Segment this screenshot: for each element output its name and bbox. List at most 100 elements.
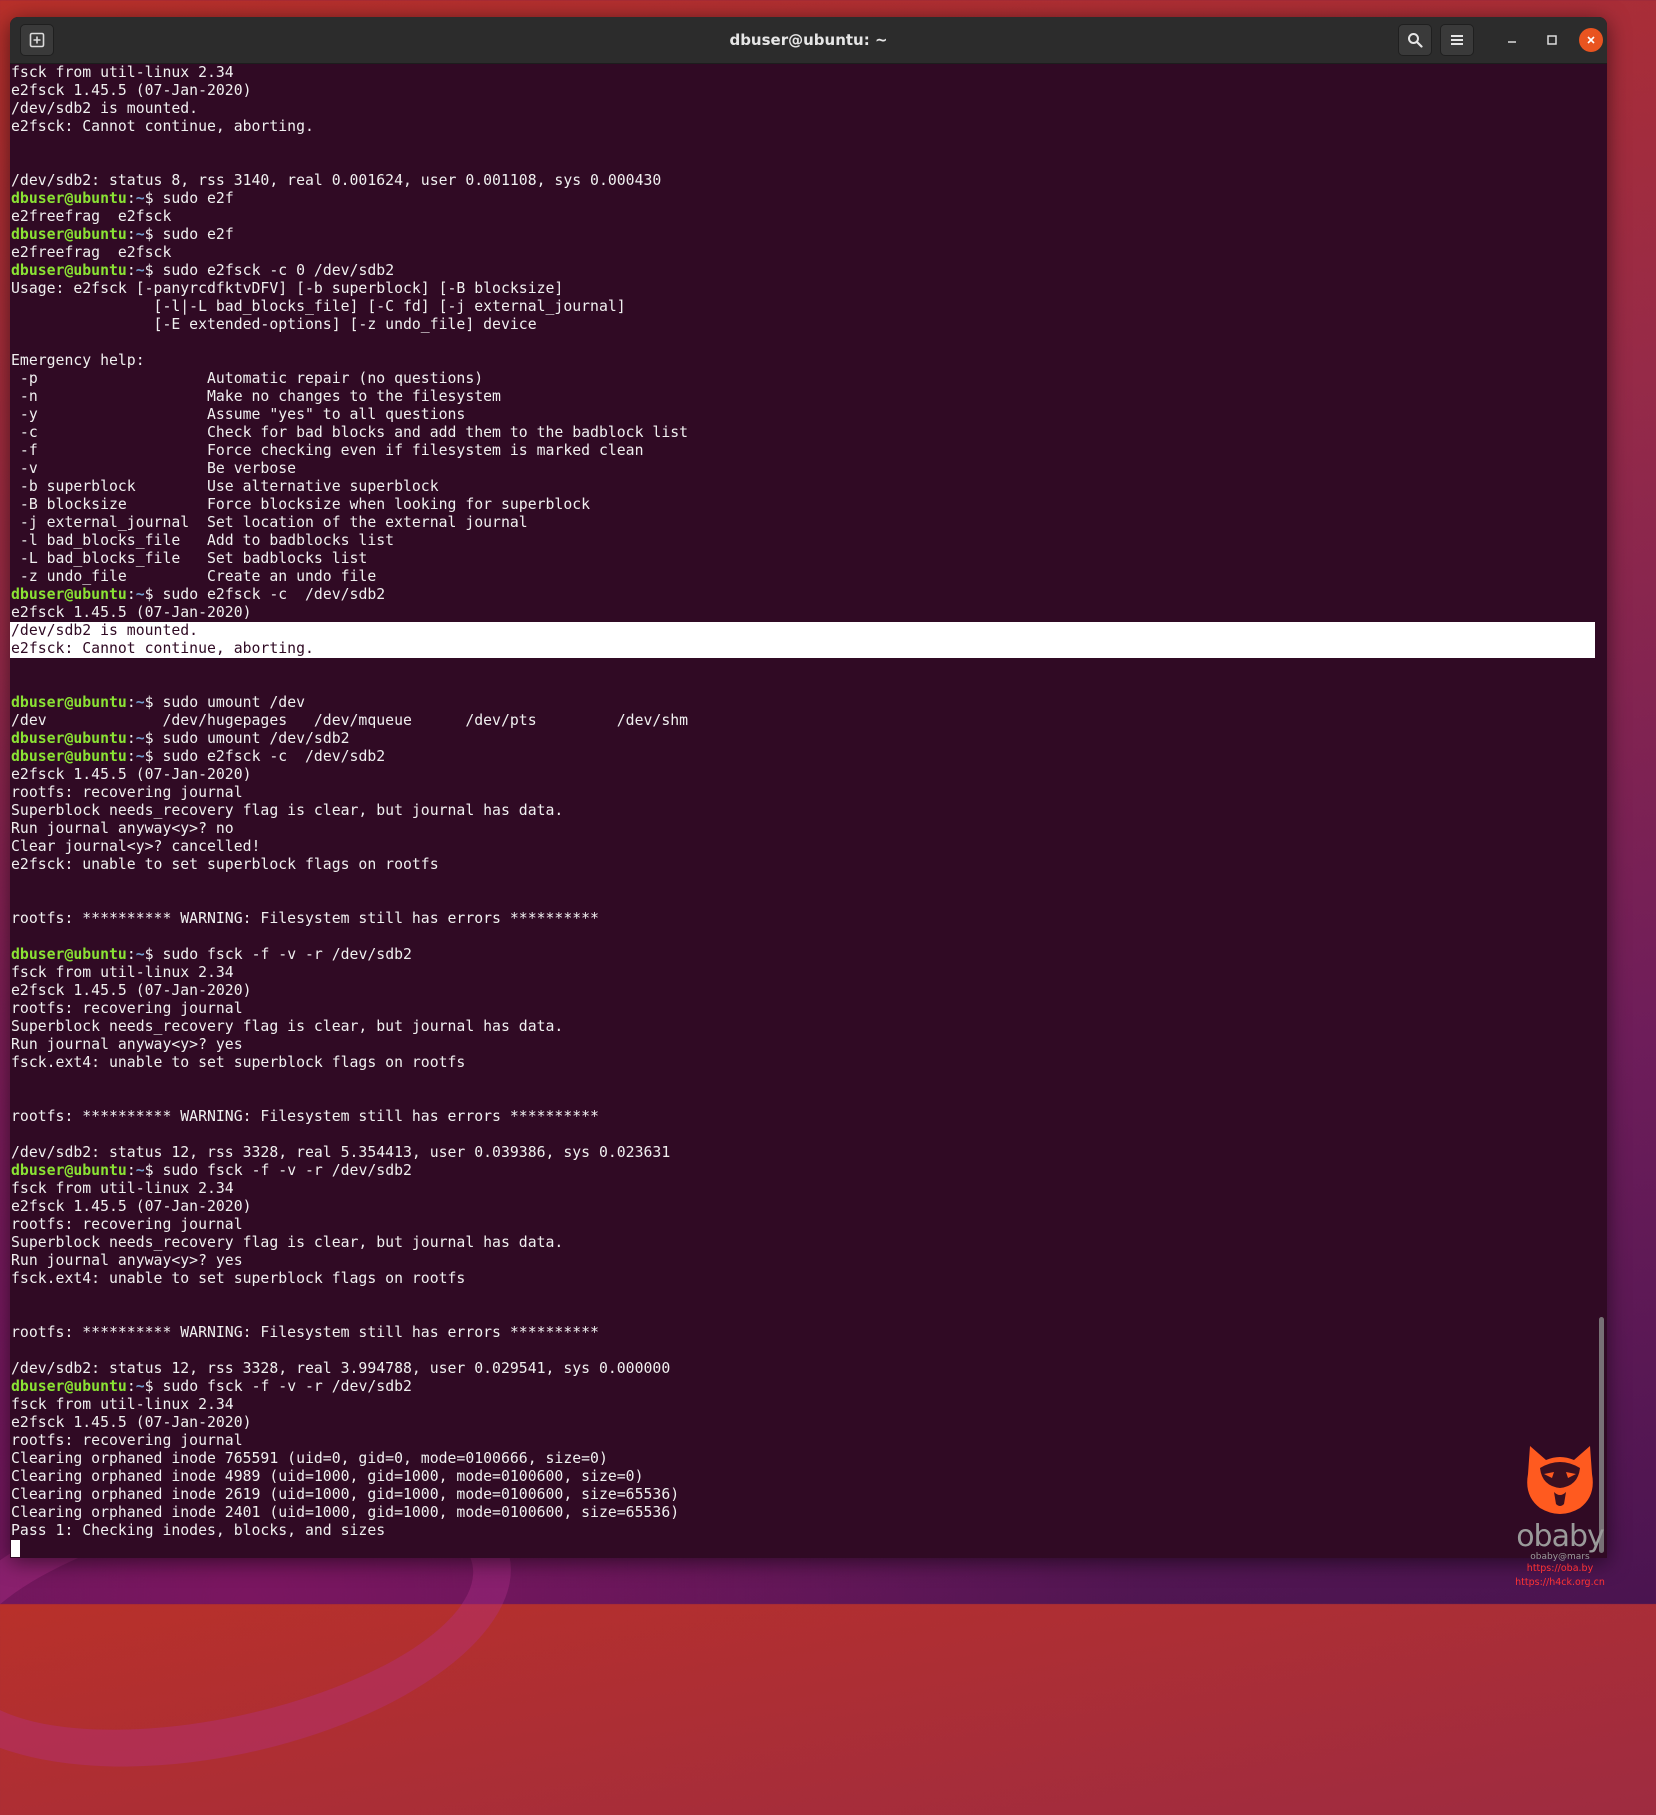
menu-button[interactable] bbox=[1440, 24, 1474, 56]
output-line: rootfs: recovering journal bbox=[11, 1216, 243, 1233]
output-line: e2fsck: Cannot continue, aborting. bbox=[11, 118, 314, 135]
prompt-symbol: $ bbox=[144, 946, 163, 963]
output-line: -y Assume "yes" to all questions bbox=[11, 406, 466, 423]
command-text: sudo e2fsck -c /dev/sdb2 bbox=[162, 748, 386, 765]
output-line: -L bad_blocks_file Set badblocks list bbox=[11, 550, 368, 567]
output-line: e2fsck 1.45.5 (07-Jan-2020) bbox=[11, 1414, 252, 1431]
command-text: sudo e2fsck -c 0 /dev/sdb2 bbox=[162, 262, 395, 279]
output-line: e2fsck: unable to set superblock flags o… bbox=[11, 856, 439, 873]
minimize-button[interactable] bbox=[1497, 24, 1527, 56]
fox-mascot-logo bbox=[1527, 1446, 1593, 1514]
output-line: rootfs: recovering journal bbox=[11, 1000, 243, 1017]
prompt-symbol: $ bbox=[144, 730, 163, 747]
prompt-user: dbuser@ubuntu bbox=[11, 586, 127, 603]
command-text: sudo fsck -f -v -r /dev/sdb2 bbox=[162, 946, 412, 963]
output-line: e2fsck 1.45.5 (07-Jan-2020) bbox=[11, 604, 252, 621]
command-text: sudo e2fsck -c /dev/sdb2 bbox=[162, 586, 386, 603]
output-line: fsck from util-linux 2.34 bbox=[11, 1396, 234, 1413]
command-text: sudo umount /dev/sdb2 bbox=[162, 730, 350, 747]
close-button[interactable] bbox=[1579, 28, 1603, 52]
prompt-line: dbuser@ubuntu:~$ sudo umount /dev/sdb2 bbox=[10, 730, 1595, 748]
output-line: /dev/sdb2: status 12, rss 3328, real 5.3… bbox=[11, 1144, 671, 1161]
output-line: fsck from util-linux 2.34 bbox=[11, 1180, 234, 1197]
output-line: e2fsck 1.45.5 (07-Jan-2020) bbox=[11, 982, 252, 999]
minimize-icon bbox=[1508, 41, 1516, 43]
search-button[interactable] bbox=[1398, 24, 1432, 56]
maximize-button[interactable] bbox=[1537, 24, 1567, 56]
output-line: e2freefrag e2fsck bbox=[11, 244, 172, 261]
output-line: -n Make no changes to the filesystem bbox=[11, 388, 501, 405]
hamburger-menu-icon bbox=[1451, 35, 1463, 45]
output-line: -f Force checking even if filesystem is … bbox=[11, 442, 644, 459]
command-text: sudo e2f bbox=[162, 190, 234, 207]
prompt-user: dbuser@ubuntu bbox=[11, 262, 127, 279]
prompt-user: dbuser@ubuntu bbox=[11, 946, 127, 963]
command-text: sudo fsck -f -v -r /dev/sdb2 bbox=[162, 1162, 412, 1179]
prompt-separator: : bbox=[126, 748, 136, 765]
output-line: [-E extended-options] [-z undo_file] dev… bbox=[11, 316, 537, 333]
prompt-symbol: $ bbox=[144, 1378, 163, 1395]
close-icon bbox=[1587, 36, 1595, 44]
prompt-path: ~ bbox=[135, 1378, 145, 1395]
prompt-user: dbuser@ubuntu bbox=[11, 730, 127, 747]
output-line: fsck from util-linux 2.34 bbox=[11, 64, 234, 81]
prompt-separator: : bbox=[126, 946, 136, 963]
output-line: e2fsck 1.45.5 (07-Jan-2020) bbox=[11, 82, 252, 99]
selected-output-line: e2fsck: Cannot continue, aborting. bbox=[10, 640, 1595, 658]
output-line: rootfs: ********** WARNING: Filesystem s… bbox=[11, 1108, 599, 1125]
prompt-separator: : bbox=[126, 226, 136, 243]
output-line: Run journal anyway<y>? yes bbox=[11, 1252, 243, 1269]
output-line: rootfs: recovering journal bbox=[11, 784, 243, 801]
search-icon bbox=[1408, 33, 1423, 48]
prompt-user: dbuser@ubuntu bbox=[11, 1162, 127, 1179]
output-line: [-l|-L bad_blocks_file] [-C fd] [-j exte… bbox=[11, 298, 626, 315]
output-line: rootfs: ********** WARNING: Filesystem s… bbox=[11, 910, 599, 927]
output-line: -j external_journal Set location of the … bbox=[11, 514, 528, 531]
prompt-symbol: $ bbox=[144, 190, 163, 207]
output-line: Clearing orphaned inode 2401 (uid=1000, … bbox=[11, 1504, 680, 1521]
prompt-separator: : bbox=[126, 694, 136, 711]
output-line: fsck.ext4: unable to set superblock flag… bbox=[11, 1270, 466, 1287]
output-line: rootfs: ********** WARNING: Filesystem s… bbox=[11, 1324, 599, 1341]
output-line: -v Be verbose bbox=[11, 460, 297, 477]
output-line: Clearing orphaned inode 4989 (uid=1000, … bbox=[11, 1468, 644, 1485]
title-bar[interactable]: dbuser@ubuntu: ~ bbox=[10, 17, 1607, 64]
output-line: Superblock needs_recovery flag is clear,… bbox=[11, 1234, 564, 1251]
prompt-separator: : bbox=[126, 262, 136, 279]
new-tab-button[interactable] bbox=[20, 24, 54, 56]
watermark-link-2: https://h4ck.org.cn bbox=[1515, 1577, 1605, 1588]
prompt-user: dbuser@ubuntu bbox=[11, 226, 127, 243]
output-line: Pass 1: Checking inodes, blocks, and siz… bbox=[11, 1522, 386, 1539]
terminal-output[interactable]: fsck from util-linux 2.34 e2fsck 1.45.5 (… bbox=[10, 64, 1595, 1558]
prompt-line: dbuser@ubuntu:~$ sudo e2fsck -c /dev/sdb… bbox=[10, 748, 1595, 766]
watermark: obaby obaby@mars https://oba.by https://… bbox=[1505, 1438, 1615, 1598]
prompt-line: dbuser@ubuntu:~$ sudo e2f bbox=[10, 226, 1595, 244]
prompt-path: ~ bbox=[135, 190, 145, 207]
prompt-symbol: $ bbox=[144, 262, 163, 279]
prompt-symbol: $ bbox=[144, 226, 163, 243]
prompt-path: ~ bbox=[135, 1162, 145, 1179]
output-line: -z undo_file Create an undo file bbox=[11, 568, 377, 585]
prompt-separator: : bbox=[126, 586, 136, 603]
output-line: Run journal anyway<y>? no bbox=[11, 820, 234, 837]
output-line: -l bad_blocks_file Add to badblocks list bbox=[11, 532, 395, 549]
output-line: /dev/sdb2: status 12, rss 3328, real 3.9… bbox=[11, 1360, 671, 1377]
prompt-separator: : bbox=[126, 190, 136, 207]
prompt-line: dbuser@ubuntu:~$ sudo umount /dev bbox=[10, 694, 1595, 712]
output-line: /dev /dev/hugepages /dev/mqueue /dev/pts… bbox=[11, 712, 689, 729]
prompt-symbol: $ bbox=[144, 586, 163, 603]
prompt-path: ~ bbox=[135, 586, 145, 603]
prompt-separator: : bbox=[126, 1162, 136, 1179]
selected-output-line: /dev/sdb2 is mounted. bbox=[10, 622, 1595, 640]
watermark-link-1: https://oba.by bbox=[1526, 1563, 1594, 1574]
